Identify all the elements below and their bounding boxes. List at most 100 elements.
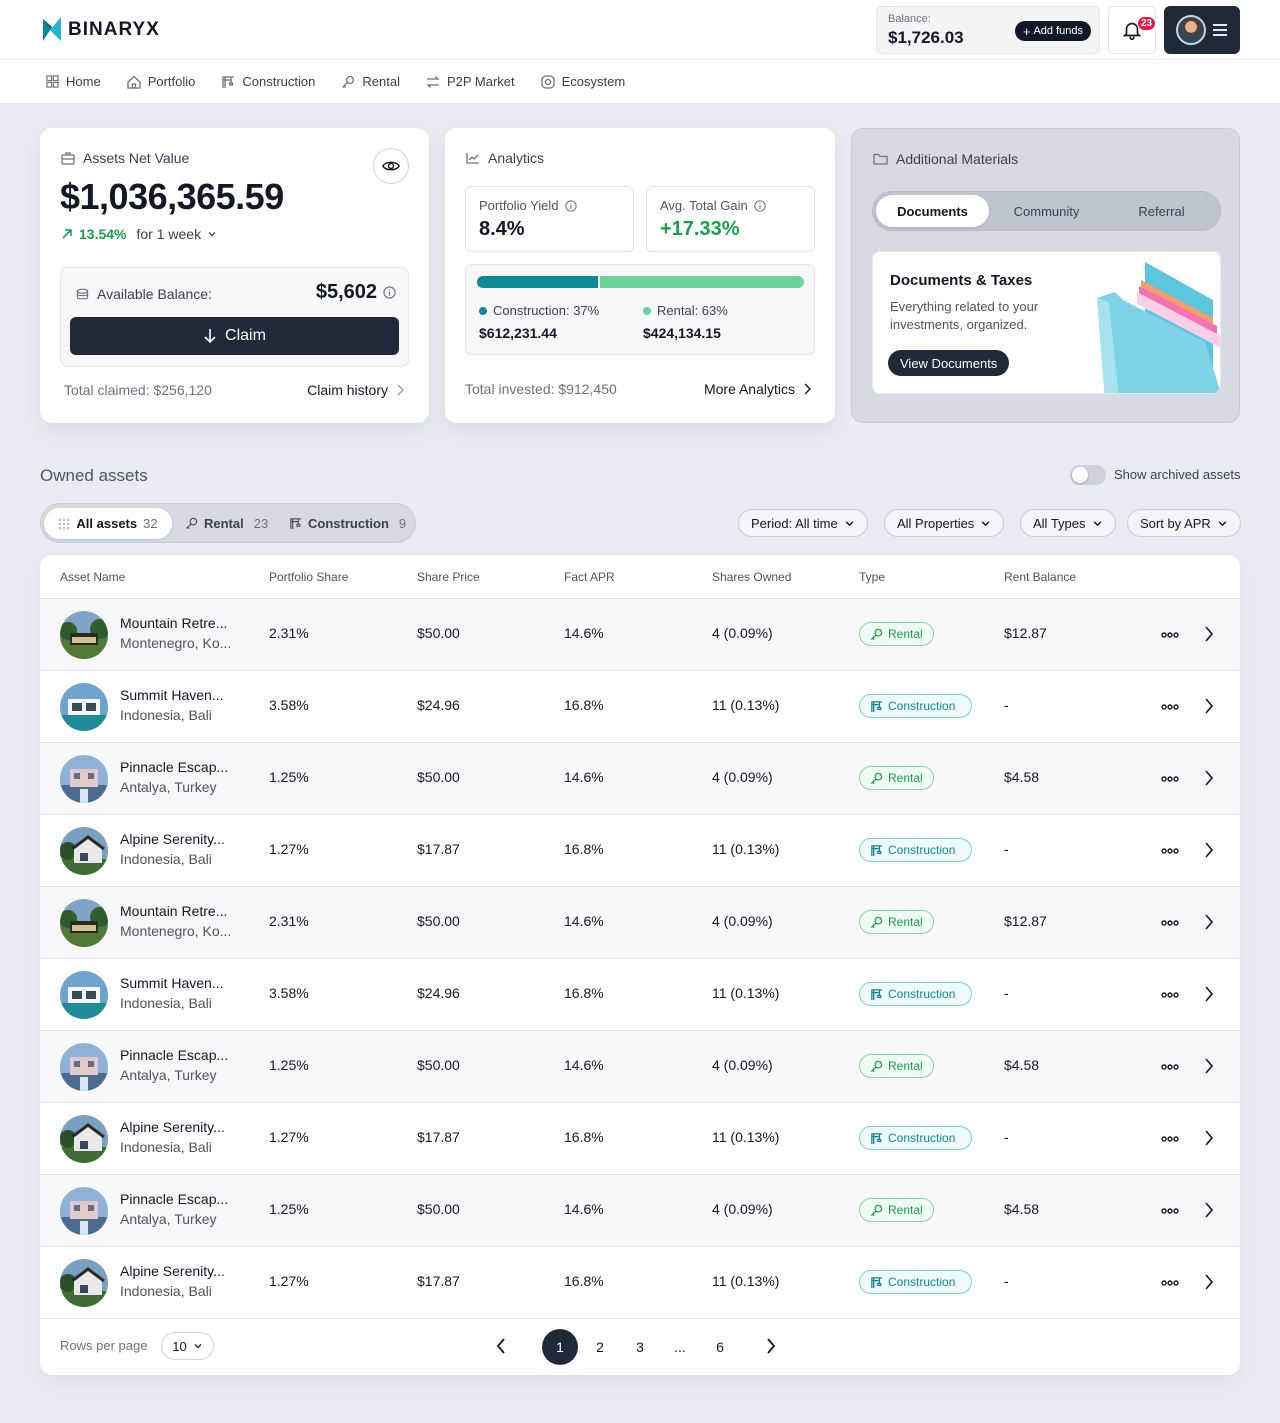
prev-page-button[interactable] <box>496 1338 506 1354</box>
rows-per-page-value: 10 <box>172 1338 187 1354</box>
info-icon[interactable] <box>383 286 396 299</box>
crane-icon <box>290 518 302 530</box>
chevron-right-icon <box>1205 626 1214 642</box>
chevron-right-icon <box>804 383 811 395</box>
types-filter[interactable]: All Types <box>1020 509 1116 537</box>
nav-item-construction[interactable]: Construction <box>221 74 315 89</box>
period-select[interactable]: for 1 week <box>136 226 201 242</box>
toggle-visibility-button[interactable] <box>373 148 409 184</box>
page-button[interactable]: 1 <box>542 1329 578 1365</box>
open-asset-button[interactable] <box>1204 914 1214 930</box>
page-button[interactable]: 6 <box>702 1329 738 1365</box>
logo[interactable]: BINARYX <box>42 17 160 43</box>
type-badge: Rental <box>859 766 934 790</box>
page-button[interactable]: 3 <box>622 1329 658 1365</box>
nav-item-portfolio[interactable]: Portfolio <box>127 74 195 89</box>
period-filter[interactable]: Period: All time <box>738 509 868 537</box>
home-icon <box>127 75 141 89</box>
nav-item-home[interactable]: Home <box>46 74 101 89</box>
open-asset-button[interactable] <box>1204 1130 1214 1146</box>
tab-construction[interactable]: Construction 9 <box>289 508 406 539</box>
table-row[interactable]: Mountain Retre... Montenegro, Ko... 2.31% $… <box>40 598 1240 670</box>
crane-icon <box>222 75 235 88</box>
sort-filter[interactable]: Sort by APR <box>1127 509 1241 537</box>
page-button[interactable]: 2 <box>582 1329 618 1365</box>
rent-balance: $4.58 <box>1004 1057 1040 1073</box>
view-documents-button[interactable]: View Documents <box>888 350 1010 376</box>
more-actions-button[interactable] <box>1160 1131 1180 1147</box>
table-row[interactable]: Summit Haven... Indonesia, Bali 3.58% $24.9… <box>40 670 1240 742</box>
user-menu-button[interactable] <box>1164 6 1240 54</box>
open-asset-button[interactable] <box>1204 626 1214 642</box>
archived-toggle[interactable] <box>1070 465 1106 485</box>
rows-per-page-select[interactable]: 10 <box>161 1332 214 1360</box>
asset-location: Indonesia, Bali <box>120 995 212 1011</box>
claim-history-link[interactable]: Claim history <box>307 382 404 398</box>
tab-all-assets[interactable]: All assets 32 <box>44 508 172 539</box>
column-header[interactable]: Rent Balance <box>1004 570 1076 584</box>
table-row[interactable]: Pinnacle Escap... Antalya, Turkey 1.25% $50… <box>40 1174 1240 1246</box>
balance-value: $1,726.03 <box>888 28 964 47</box>
add-funds-button[interactable]: + Add funds <box>1014 21 1091 41</box>
construction-bar <box>477 276 598 288</box>
open-asset-button[interactable] <box>1204 1274 1214 1290</box>
nav-item-ecosystem[interactable]: Ecosystem <box>540 74 625 89</box>
tab-referral[interactable]: Referral <box>1104 195 1219 227</box>
open-asset-button[interactable] <box>1204 1058 1214 1074</box>
nav-item-p2p-market[interactable]: P2P Market <box>426 74 515 89</box>
table-row[interactable]: Alpine Serenity... Indonesia, Bali 1.27% $1… <box>40 814 1240 886</box>
info-icon[interactable] <box>754 199 766 212</box>
column-header[interactable]: Asset Name <box>60 570 125 584</box>
asset-thumbnail <box>60 1043 108 1091</box>
more-actions-button[interactable] <box>1160 1275 1180 1291</box>
nav-item-rental[interactable]: Rental <box>341 74 400 89</box>
notifications-button[interactable]: 23 <box>1108 6 1157 54</box>
open-asset-button[interactable] <box>1204 986 1214 1002</box>
more-actions-button[interactable] <box>1160 987 1180 1003</box>
more-actions-button[interactable] <box>1160 699 1180 715</box>
more-actions-button[interactable] <box>1160 627 1180 643</box>
open-asset-button[interactable] <box>1204 842 1214 858</box>
fact-apr: 16.8% <box>564 841 604 857</box>
avg-gain-label: Avg. Total Gain <box>660 198 766 213</box>
column-header[interactable]: Shares Owned <box>712 570 791 584</box>
rent-balance: $12.87 <box>1004 625 1047 641</box>
table-row[interactable]: Summit Haven... Indonesia, Bali 3.58% $24.9… <box>40 958 1240 1030</box>
chevron-right-icon <box>1205 986 1214 1002</box>
column-header[interactable]: Share Price <box>417 570 480 584</box>
next-page-button[interactable] <box>766 1338 776 1354</box>
table-row[interactable]: Pinnacle Escap... Antalya, Turkey 1.25% $50… <box>40 742 1240 814</box>
more-actions-button[interactable] <box>1160 915 1180 931</box>
net-value-title-text: Assets Net Value <box>83 150 190 166</box>
table-row[interactable]: Alpine Serenity... Indonesia, Bali 1.27% $1… <box>40 1102 1240 1174</box>
tab-community[interactable]: Community <box>989 195 1104 227</box>
more-analytics-link[interactable]: More Analytics <box>704 381 811 397</box>
asset-thumbnail <box>60 971 108 1019</box>
available-label: Available Balance: <box>76 286 212 302</box>
more-actions-button[interactable] <box>1160 1059 1180 1075</box>
tab-rental[interactable]: Rental 23 <box>185 508 268 539</box>
share-price: $17.87 <box>417 1273 460 1289</box>
shares-owned: 4 (0.09%) <box>712 1201 773 1217</box>
more-actions-button[interactable] <box>1160 1203 1180 1219</box>
table-row[interactable]: Mountain Retre... Montenegro, Ko... 2.31% $… <box>40 886 1240 958</box>
properties-filter[interactable]: All Properties <box>884 509 1005 537</box>
asset-name: Mountain Retre... <box>120 903 228 919</box>
shares-owned: 11 (0.13%) <box>712 1273 780 1289</box>
column-header[interactable]: Portfolio Share <box>269 570 348 584</box>
open-asset-button[interactable] <box>1204 1202 1214 1218</box>
claim-button[interactable]: Claim <box>70 317 399 355</box>
table-row[interactable]: Pinnacle Escap... Antalya, Turkey 1.25% $50… <box>40 1030 1240 1102</box>
column-header[interactable]: Type <box>859 570 885 584</box>
open-asset-button[interactable] <box>1204 698 1214 714</box>
table-row[interactable]: Alpine Serenity... Indonesia, Bali 1.27% $1… <box>40 1246 1240 1318</box>
info-icon[interactable] <box>564 199 577 212</box>
more-actions-button[interactable] <box>1160 843 1180 859</box>
shares-owned: 11 (0.13%) <box>712 985 780 1001</box>
more-actions-button[interactable] <box>1160 771 1180 787</box>
tab-label: Construction <box>308 516 389 531</box>
type-label: Construction <box>888 987 956 1001</box>
column-header[interactable]: Fact APR <box>564 570 615 584</box>
tab-documents[interactable]: Documents <box>876 195 989 227</box>
open-asset-button[interactable] <box>1204 770 1214 786</box>
